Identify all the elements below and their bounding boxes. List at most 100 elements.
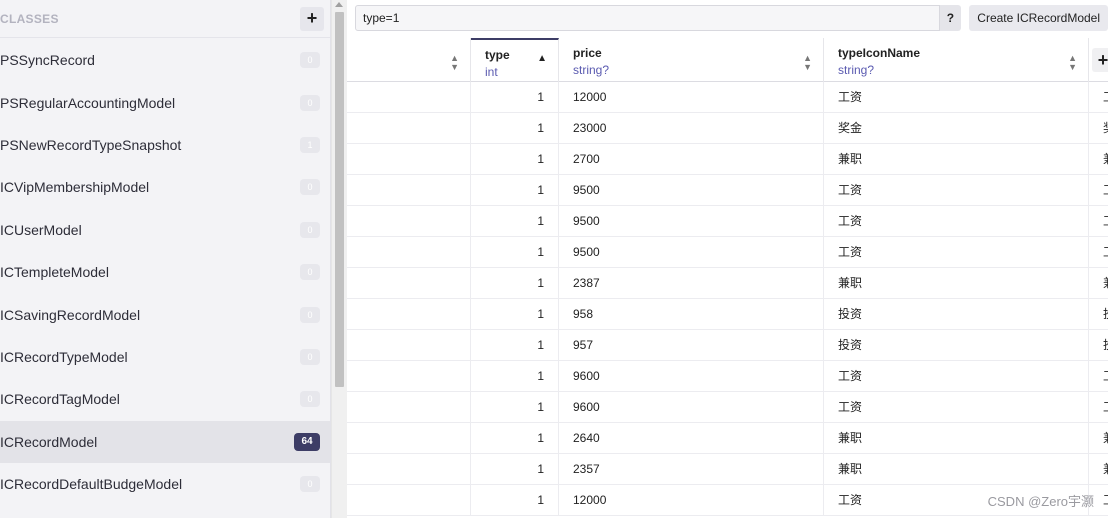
table-cell[interactable]: 2387 bbox=[559, 268, 824, 299]
table-cell[interactable]: 23000 bbox=[559, 113, 824, 144]
table-cell[interactable]: 1 bbox=[471, 423, 559, 454]
table-cell[interactable]: 工资 bbox=[824, 175, 1089, 206]
sort-ascending-icon[interactable]: ▲ bbox=[537, 54, 547, 64]
table-cell[interactable]: 兼 bbox=[1089, 144, 1108, 175]
table-cell[interactable]: 工 bbox=[1089, 237, 1108, 268]
table-cell[interactable]: 958 bbox=[559, 299, 824, 330]
table-cell[interactable]: 1 bbox=[471, 113, 559, 144]
table-cell[interactable]: 2357 bbox=[559, 454, 824, 485]
table-cell[interactable]: 1 bbox=[471, 330, 559, 361]
sort-icon[interactable]: ▲ ▼ bbox=[803, 54, 812, 72]
table-cell[interactable]: 9600 bbox=[559, 361, 824, 392]
table-cell[interactable]: 1 bbox=[471, 237, 559, 268]
table-cell[interactable]: 9500 bbox=[559, 206, 824, 237]
table-cell[interactable] bbox=[347, 392, 471, 423]
table-cell[interactable]: 12000 bbox=[559, 485, 824, 516]
column-header-first[interactable]: ▲ ▼ bbox=[347, 38, 471, 82]
table-cell[interactable]: 工 bbox=[1089, 82, 1108, 113]
table-cell[interactable] bbox=[347, 299, 471, 330]
table-cell[interactable]: 9500 bbox=[559, 175, 824, 206]
scrollbar-thumb[interactable] bbox=[335, 12, 344, 387]
sidebar-item[interactable]: PSNewRecordTypeSnapshot 1 bbox=[0, 124, 330, 166]
table-cell[interactable] bbox=[347, 361, 471, 392]
sidebar-item[interactable]: ICRecordModel 64 bbox=[0, 420, 330, 463]
scroll-up-arrow-icon[interactable] bbox=[335, 2, 343, 7]
table-cell[interactable]: 1 bbox=[471, 392, 559, 423]
table-cell[interactable]: 9600 bbox=[559, 392, 824, 423]
sidebar-item[interactable]: ICRecordTagModel 0 bbox=[0, 378, 330, 420]
table-cell[interactable]: 兼 bbox=[1089, 423, 1108, 454]
table-cell[interactable]: 兼 bbox=[1089, 454, 1108, 485]
table-cell[interactable]: 2640 bbox=[559, 423, 824, 454]
table-cell[interactable]: 工资 bbox=[824, 361, 1089, 392]
sidebar-item[interactable]: PSRegularAccountingModel 0 bbox=[0, 81, 330, 123]
table-cell[interactable] bbox=[347, 485, 471, 516]
table-cell[interactable]: 投资 bbox=[824, 299, 1089, 330]
table-cell[interactable] bbox=[347, 82, 471, 113]
table-cell[interactable]: 2700 bbox=[559, 144, 824, 175]
column-header-typeiconname[interactable]: typeIconName string? ▲ ▼ bbox=[824, 38, 1089, 82]
table-row[interactable]: 19500工资工 bbox=[347, 175, 1108, 206]
create-object-button[interactable]: Create ICRecordModel bbox=[969, 5, 1108, 31]
table-cell[interactable] bbox=[347, 454, 471, 485]
query-help-button[interactable]: ? bbox=[939, 5, 962, 31]
table-row[interactable]: 112000工资工 bbox=[347, 82, 1108, 113]
table-cell[interactable]: 投 bbox=[1089, 330, 1108, 361]
table-cell[interactable]: 1 bbox=[471, 175, 559, 206]
table-cell[interactable]: 1 bbox=[471, 144, 559, 175]
table-cell[interactable]: 工资 bbox=[824, 82, 1089, 113]
table-cell[interactable]: 兼职 bbox=[824, 144, 1089, 175]
sidebar-scrollbar[interactable] bbox=[331, 0, 347, 518]
table-row[interactable]: 19500工资工 bbox=[347, 206, 1108, 237]
table-cell[interactable]: 兼职 bbox=[824, 454, 1089, 485]
sidebar-item[interactable]: ICRecordTypeModel 0 bbox=[0, 336, 330, 378]
table-cell[interactable]: 工 bbox=[1089, 175, 1108, 206]
table-cell[interactable] bbox=[347, 237, 471, 268]
add-class-button[interactable]: + bbox=[300, 6, 324, 31]
table-cell[interactable]: 工资 bbox=[824, 237, 1089, 268]
table-cell[interactable]: 兼职 bbox=[824, 268, 1089, 299]
table-cell[interactable]: 1 bbox=[471, 454, 559, 485]
table-cell[interactable]: 1 bbox=[471, 485, 559, 516]
table-row[interactable]: 12700兼职兼 bbox=[347, 144, 1108, 175]
sidebar-item[interactable]: ICRecordDefaultBudgeModel 0 bbox=[0, 463, 330, 505]
table-cell[interactable]: 工资 bbox=[824, 392, 1089, 423]
table-cell[interactable]: 工 bbox=[1089, 392, 1108, 423]
sidebar-item[interactable]: ICUserModel 0 bbox=[0, 209, 330, 251]
sort-icon[interactable]: ▲ ▼ bbox=[450, 54, 459, 72]
add-column-button[interactable]: + bbox=[1092, 48, 1108, 72]
sidebar-item[interactable]: ICTempleteModel 0 bbox=[0, 251, 330, 293]
table-cell[interactable]: 1 bbox=[471, 268, 559, 299]
query-input[interactable] bbox=[355, 5, 940, 31]
table-cell[interactable]: 兼 bbox=[1089, 268, 1108, 299]
table-cell[interactable]: 奖金 bbox=[824, 113, 1089, 144]
table-cell[interactable] bbox=[347, 206, 471, 237]
column-header-price[interactable]: price string? ▲ ▼ bbox=[559, 38, 824, 82]
table-cell[interactable] bbox=[347, 175, 471, 206]
table-row[interactable]: 12357兼职兼 bbox=[347, 454, 1108, 485]
table-cell[interactable]: 957 bbox=[559, 330, 824, 361]
table-cell[interactable]: 1 bbox=[471, 206, 559, 237]
sidebar-item[interactable]: ICSavingRecordModel 0 bbox=[0, 293, 330, 335]
table-cell[interactable]: 1 bbox=[471, 299, 559, 330]
table-cell[interactable]: 工资 bbox=[824, 206, 1089, 237]
sidebar-item[interactable]: ICVipMembershipModel 0 bbox=[0, 166, 330, 208]
table-row[interactable]: 12640兼职兼 bbox=[347, 423, 1108, 454]
table-cell[interactable]: 投资 bbox=[824, 330, 1089, 361]
table-cell[interactable]: 1 bbox=[471, 361, 559, 392]
table-cell[interactable]: 工 bbox=[1089, 361, 1108, 392]
table-cell[interactable]: 工 bbox=[1089, 206, 1108, 237]
table-row[interactable]: 123000奖金奖 bbox=[347, 113, 1108, 144]
table-cell[interactable] bbox=[347, 144, 471, 175]
table-cell[interactable]: 12000 bbox=[559, 82, 824, 113]
table-cell[interactable] bbox=[347, 423, 471, 454]
table-row[interactable]: 19500工资工 bbox=[347, 237, 1108, 268]
sidebar-item[interactable]: PSSyncRecord 0 bbox=[0, 39, 330, 81]
table-row[interactable]: 12387兼职兼 bbox=[347, 268, 1108, 299]
table-cell[interactable] bbox=[347, 268, 471, 299]
sort-icon[interactable]: ▲ ▼ bbox=[1068, 54, 1077, 72]
table-cell[interactable]: 9500 bbox=[559, 237, 824, 268]
table-cell[interactable]: 兼职 bbox=[824, 423, 1089, 454]
table-row[interactable]: 19600工资工 bbox=[347, 361, 1108, 392]
table-cell[interactable]: 奖 bbox=[1089, 113, 1108, 144]
